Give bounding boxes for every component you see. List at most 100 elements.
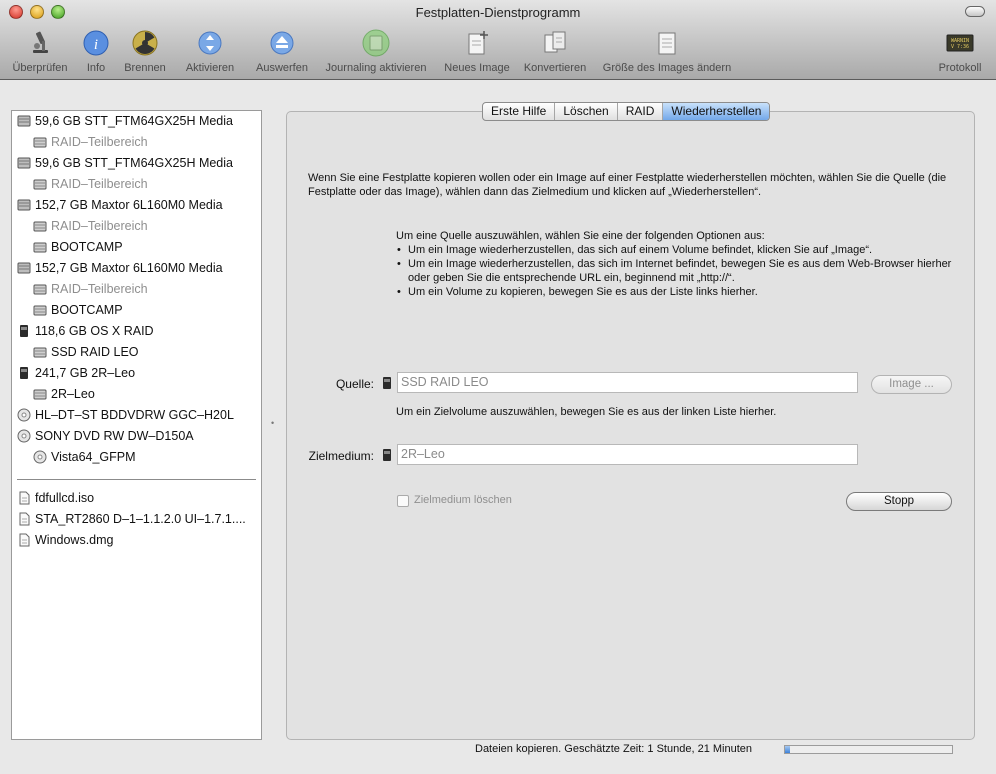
split-handle[interactable]: •	[271, 418, 275, 428]
convert-button[interactable]: Konvertieren	[520, 28, 590, 76]
volume-icon	[33, 219, 47, 233]
device-list-item-label: BOOTCAMP	[51, 240, 123, 254]
eject-button[interactable]: Auswerfen	[254, 28, 310, 76]
device-list-item-label: BOOTCAMP	[51, 303, 123, 317]
window-title: Festplatten-Dienstprogramm	[415, 5, 581, 20]
device-list-item-label: RAID–Teilbereich	[51, 282, 148, 296]
volume-icon	[33, 387, 47, 401]
device-list-item-label: RAID–Teilbereich	[51, 219, 148, 233]
device-list-item-label: 152,7 GB Maxtor 6L160M0 Media	[35, 198, 223, 212]
new-image-button[interactable]: Neues Image	[442, 28, 512, 76]
mount-icon	[196, 29, 224, 57]
image-file-icon	[17, 491, 31, 505]
log-button[interactable]: WARNIN V 7:36 Protokoll	[934, 28, 986, 76]
eject-label: Auswerfen	[256, 62, 308, 74]
device-list-item-label: 2R–Leo	[51, 387, 95, 401]
target-label: Zielmedium:	[308, 449, 374, 463]
image-button[interactable]: Image ...	[871, 375, 952, 394]
device-list-item-label: Vista64_GFPM	[51, 450, 136, 464]
target-hint: Um ein Zielvolume auszuwählen, bewegen S…	[396, 406, 777, 418]
info-label: Info	[86, 62, 106, 74]
raid-volume-icon	[381, 376, 393, 390]
list-separator	[17, 479, 256, 480]
device-list-item-label: 241,7 GB 2R–Leo	[35, 366, 136, 380]
microscope-icon	[26, 29, 54, 57]
journaling-icon	[362, 29, 390, 57]
svg-text:V 7:36: V 7:36	[951, 44, 969, 50]
target-field[interactable]: 2R–Leo	[397, 444, 858, 465]
device-list-item-label: RAID–Teilbereich	[51, 177, 148, 191]
enable-journaling-label: Journaling aktivieren	[325, 62, 427, 74]
image-list-item-label: STA_RT2860 D–1–1.1.2.0 UI–1.7.1....	[35, 512, 246, 526]
burn-label: Brennen	[124, 62, 166, 74]
device-list-item-label: HL–DT–ST BDDVDRW GGC–H20L	[35, 408, 234, 422]
disk-icon	[17, 156, 31, 170]
device-list-item-label: 152,7 GB Maxtor 6L160M0 Media	[35, 261, 223, 275]
source-field[interactable]: SSD RAID LEO	[397, 372, 858, 393]
device-list[interactable]: 59,6 GB STT_FTM64GX25H Media RAID–Teilber…	[11, 110, 262, 740]
volume-icon	[33, 303, 47, 317]
volume-icon	[33, 345, 47, 359]
info-icon: i	[82, 29, 110, 57]
resize-image-label: Größe des Images ändern	[602, 62, 732, 74]
source-label: Quelle:	[335, 377, 374, 391]
volume-icon	[33, 282, 47, 296]
new-image-icon	[463, 29, 491, 57]
disk-utility-window: Festplatten-Dienstprogramm Überprüfen i …	[0, 0, 996, 774]
burn-icon	[131, 29, 159, 57]
raid-volume-icon	[381, 448, 393, 462]
burn-button[interactable]: Brennen	[122, 28, 168, 76]
image-file-icon	[17, 533, 31, 547]
volume-icon	[33, 177, 47, 191]
optical-icon	[17, 429, 31, 443]
progress-fill	[785, 746, 790, 753]
status-text: Dateien kopieren. Geschätzte Zeit: 1 Stu…	[475, 743, 752, 755]
enable-journaling-button[interactable]: Journaling aktivieren	[320, 28, 432, 76]
image-list-item-label: fdfullcd.iso	[35, 491, 95, 505]
device-list-item-label: SSD RAID LEO	[51, 345, 139, 359]
tab-erase[interactable]: Löschen	[555, 103, 618, 120]
log-icon: WARNIN V 7:36	[946, 29, 974, 57]
convert-icon	[541, 29, 569, 57]
optical-icon	[33, 450, 47, 464]
toolbar-toggle-button[interactable]	[965, 6, 985, 17]
eject-icon	[268, 29, 296, 57]
mount-button[interactable]: Aktivieren	[182, 28, 238, 76]
source-option-item: Um ein Volume zu kopieren, bewegen Sie e…	[396, 285, 956, 299]
tab-restore[interactable]: Wiederherstellen	[663, 103, 770, 120]
svg-text:i: i	[94, 37, 98, 53]
disk-icon	[17, 261, 31, 275]
new-image-label: Neues Image	[444, 62, 510, 74]
mount-label: Aktivieren	[185, 62, 235, 74]
raid-icon	[17, 366, 31, 380]
convert-label: Konvertieren	[523, 62, 587, 74]
device-list-item-label: 118,6 GB OS X RAID	[35, 324, 154, 338]
verify-button[interactable]: Überprüfen	[10, 28, 70, 76]
optical-icon	[17, 408, 31, 422]
title-bar[interactable]: Festplatten-Dienstprogramm Überprüfen i …	[0, 0, 996, 80]
source-option-item: Um ein Image wiederherzustellen, das sic…	[396, 257, 956, 285]
restore-intro-text: Wenn Sie eine Festplatte kopieren wollen…	[308, 172, 947, 198]
tab-raid[interactable]: RAID	[618, 103, 664, 120]
tab-first-aid[interactable]: Erste Hilfe	[483, 103, 556, 120]
verify-label: Überprüfen	[12, 62, 68, 74]
source-options: Um eine Quelle auszuwählen, wählen Sie e…	[396, 229, 956, 299]
info-button[interactable]: i Info	[82, 28, 110, 76]
tab-bar: Erste Hilfe Löschen RAID Wiederherstelle…	[482, 102, 771, 121]
raid-icon	[17, 324, 31, 338]
resize-image-button[interactable]: Größe des Images ändern	[598, 28, 736, 76]
erase-target-checkbox[interactable]	[397, 495, 409, 507]
source-option-item: Um ein Image wiederherzustellen, das sic…	[396, 243, 956, 257]
log-label: Protokoll	[938, 62, 982, 74]
resize-image-icon	[653, 29, 681, 57]
device-list-item-label: RAID–Teilbereich	[51, 135, 148, 149]
image-list-item-label: Windows.dmg	[35, 533, 114, 547]
image-file-icon	[17, 512, 31, 526]
volume-icon	[33, 135, 47, 149]
restore-panel	[286, 111, 975, 740]
stop-button[interactable]: Stopp	[846, 492, 952, 511]
copy-progress-bar	[784, 745, 953, 754]
disk-icon	[17, 114, 31, 128]
device-list-item-label: 59,6 GB STT_FTM64GX25H Media	[35, 114, 233, 128]
source-options-heading: Um eine Quelle auszuwählen, wählen Sie e…	[396, 230, 765, 242]
